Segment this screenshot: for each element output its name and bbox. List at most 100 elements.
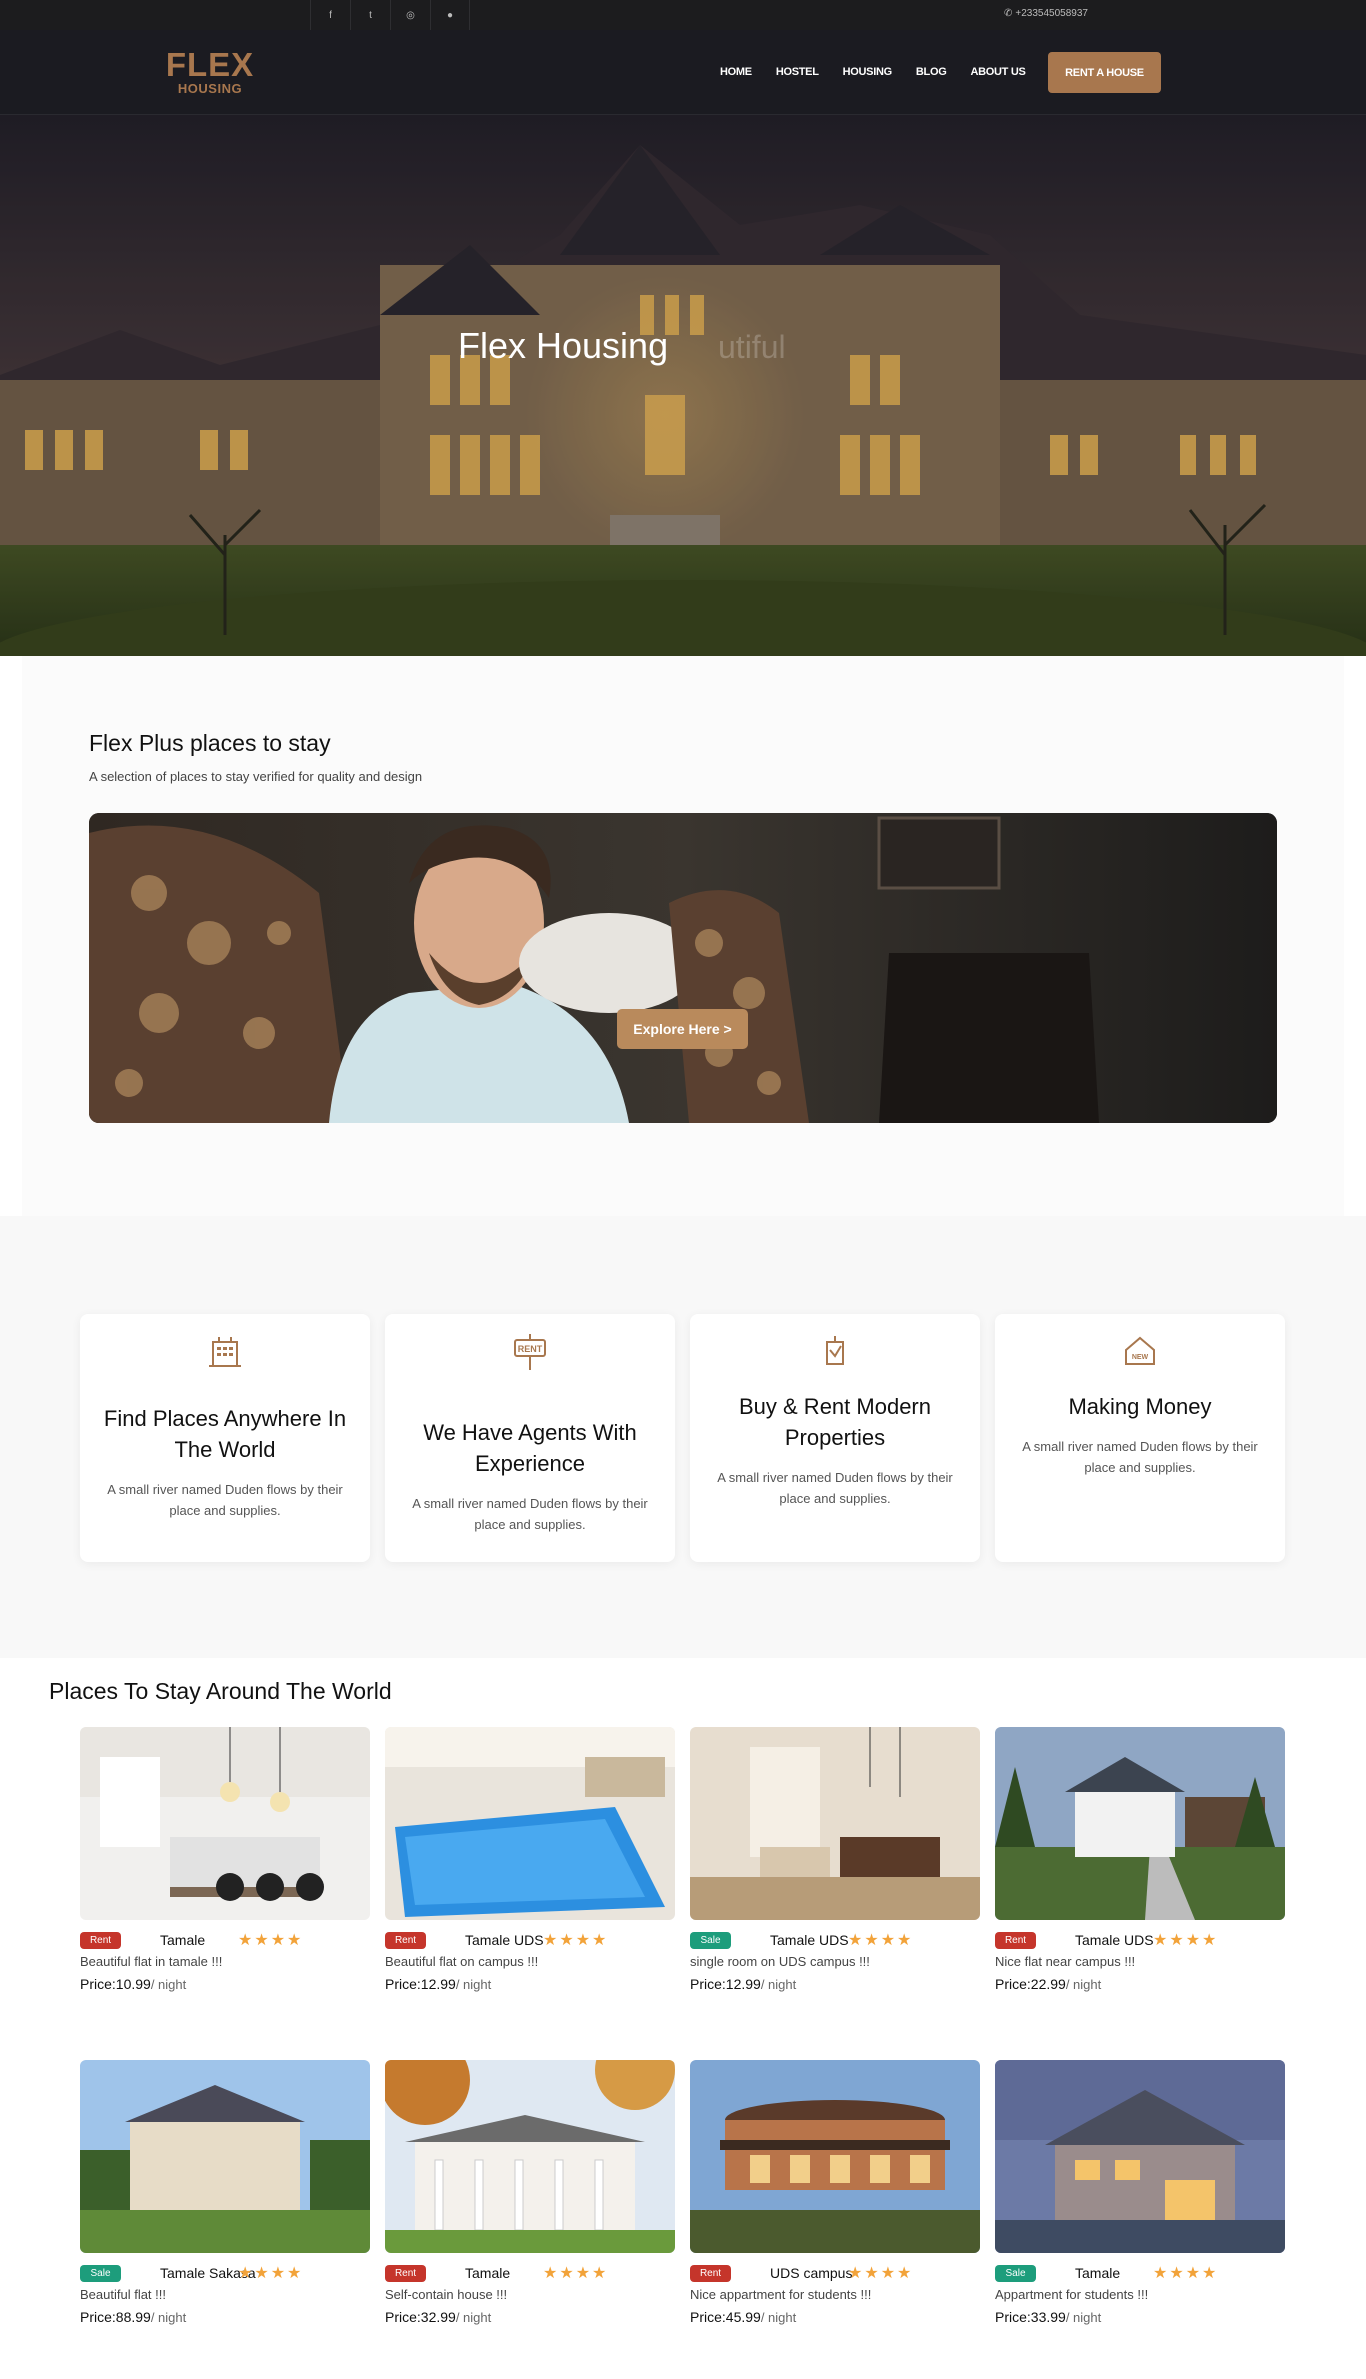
nav-hostel[interactable]: HOSTEL (764, 66, 831, 78)
listing-photo (385, 1727, 675, 1920)
brand-logo[interactable]: FLEX HOUSING (160, 48, 260, 96)
star-rating: ★★★★ (238, 1932, 304, 1949)
listing-badge: Sale (995, 2265, 1036, 2282)
phone-icon: ✆ (1004, 8, 1013, 19)
listing-image[interactable] (385, 1727, 675, 1920)
listing-image[interactable] (80, 1727, 370, 1920)
phone-contact[interactable]: ✆ +233545058937 (1004, 8, 1088, 19)
main-nav: HOME HOSTEL HOUSING BLOG ABOUT US (708, 66, 1038, 78)
listing-image[interactable] (690, 1727, 980, 1920)
price-value: Price:32.99 (385, 2309, 456, 2325)
banner-man-image (89, 813, 1277, 1123)
listing-card[interactable]: Rent UDS campus ★★★★ Nice appartment for… (690, 2060, 980, 2330)
nav-blog[interactable]: BLOG (904, 66, 959, 78)
listing-badge: Rent (385, 2265, 426, 2282)
listing-image[interactable] (690, 2060, 980, 2253)
explore-button[interactable]: Explore Here > (617, 1009, 748, 1049)
listing-card[interactable]: Rent Tamale ★★★★ Beautiful flat in tamal… (80, 1727, 370, 1997)
feature-desc: A small river named Duden flows by their… (412, 1496, 648, 1532)
price-unit: / night (150, 2310, 187, 2325)
listing-photo (690, 1727, 980, 1920)
price-value: Price:10.99 (80, 1976, 151, 1992)
listing-photo (995, 1727, 1285, 1920)
listing-location: Tamale (465, 2265, 511, 2281)
building-icon (209, 1337, 241, 1367)
feature-title: Making Money (1068, 1394, 1212, 1419)
svg-text:NEW: NEW (1132, 1354, 1149, 1361)
listing-location: Tamale (1075, 2265, 1121, 2281)
feature-card: RENT We Have Agents With Experience A sm… (385, 1314, 675, 1562)
rent-a-house-button[interactable]: RENT A HOUSE (1048, 52, 1161, 93)
listing-card[interactable]: Rent Tamale UDS ★★★★ Nice flat near camp… (995, 1727, 1285, 1997)
listing-description: single room on UDS campus !!! (690, 1954, 870, 1969)
listing-card[interactable]: Rent Tamale UDS ★★★★ Beautiful flat on c… (385, 1727, 675, 1997)
listing-image[interactable] (80, 2060, 370, 2253)
listing-description: Nice flat near campus !!! (995, 1954, 1136, 1969)
listing-card[interactable]: Sale Tamale ★★★★ Appartment for students… (995, 2060, 1285, 2330)
feature-title: Buy & Rent Modern Properties (739, 1394, 931, 1450)
price-value: Price:45.99 (690, 2309, 761, 2325)
price-value: Price:33.99 (995, 2309, 1066, 2325)
star-rating: ★★★★ (543, 2265, 609, 2282)
listing-location: Tamale UDS (465, 1932, 544, 1948)
listing-image[interactable] (995, 2060, 1285, 2253)
listing-price: Price:22.99/ night (995, 1972, 1285, 1997)
flex-plus-subtitle: A selection of places to stay verified f… (89, 769, 423, 784)
star-rating: ★★★★ (848, 1932, 914, 1949)
listing-image[interactable] (995, 1727, 1285, 1920)
star-rating: ★★★★ (848, 2265, 914, 2282)
listing-card[interactable]: Sale Tamale Sakasa ★★★★ Beautiful flat !… (80, 2060, 370, 2330)
listing-badge: Rent (80, 1932, 121, 1949)
new-house-icon: NEW (1125, 1336, 1155, 1365)
social-links: f t ◎ ● (310, 0, 470, 30)
price-unit: / night (760, 1977, 797, 1992)
listing-location: Tamale UDS (770, 1932, 849, 1948)
listing-photo (995, 2060, 1285, 2253)
instagram-icon[interactable]: ◎ (390, 0, 430, 30)
listing-description: Self-contain house !!! (385, 2287, 508, 2302)
listing-badge: Sale (690, 1932, 731, 1949)
listing-badge: Rent (385, 1932, 426, 1949)
listing-location: UDS campus (770, 2265, 853, 2281)
price-value: Price:12.99 (690, 1976, 761, 1992)
price-unit: / night (1065, 2310, 1102, 2325)
price-value: Price:12.99 (385, 1976, 456, 1992)
nav-about-us[interactable]: ABOUT US (958, 66, 1037, 78)
listing-photo (80, 2060, 370, 2253)
nav-housing[interactable]: HOUSING (831, 66, 904, 78)
price-value: Price:22.99 (995, 1976, 1066, 1992)
feature-card: Find Places Anywhere In The World A smal… (80, 1314, 370, 1562)
hero-title: Flex Housing (458, 325, 669, 366)
feature-card: NEW Making Money A small river named Dud… (995, 1314, 1285, 1562)
listing-price: Price:33.99/ night (995, 2305, 1285, 2330)
listing-price: Price:88.99/ night (80, 2305, 370, 2330)
listing-price: Price:12.99/ night (690, 1972, 980, 1997)
github-icon[interactable]: ● (430, 0, 470, 30)
listing-description: Nice appartment for students !!! (690, 2287, 872, 2302)
brand-name: FLEX (165, 46, 255, 83)
listing-badge: Sale (80, 2265, 121, 2282)
feature-desc: A small river named Duden flows by their… (717, 1470, 953, 1506)
svg-text:RENT: RENT (518, 1344, 543, 1354)
listing-badge: Rent (995, 1932, 1036, 1949)
nav-home[interactable]: HOME (708, 66, 764, 78)
features-section: Find Places Anywhere In The World A smal… (0, 1216, 1366, 1658)
listing-description: Beautiful flat !!! (80, 2287, 166, 2302)
brand-tagline: HOUSING (177, 81, 243, 96)
flex-plus-title: Flex Plus places to stay (89, 730, 331, 756)
listing-image[interactable] (385, 2060, 675, 2253)
listing-price: Price:45.99/ night (690, 2305, 980, 2330)
price-unit: / night (455, 2310, 492, 2325)
listing-photo (690, 2060, 980, 2253)
price-value: Price:88.99 (80, 2309, 151, 2325)
star-rating: ★★★★ (238, 2265, 304, 2282)
listing-card[interactable]: Rent Tamale ★★★★ Self-contain house !!! … (385, 2060, 675, 2330)
hero-ghost-text: utiful (718, 329, 786, 365)
listing-price: Price:10.99/ night (80, 1972, 370, 1997)
twitter-icon[interactable]: t (350, 0, 390, 30)
listing-card[interactable]: Sale Tamale UDS ★★★★ single room on UDS … (690, 1727, 980, 1997)
rent-sign-icon: RENT (514, 1334, 546, 1370)
facebook-icon[interactable]: f (310, 0, 350, 30)
listing-price: Price:12.99/ night (385, 1972, 675, 1997)
feature-title: Find Places Anywhere In The World (103, 1406, 347, 1462)
